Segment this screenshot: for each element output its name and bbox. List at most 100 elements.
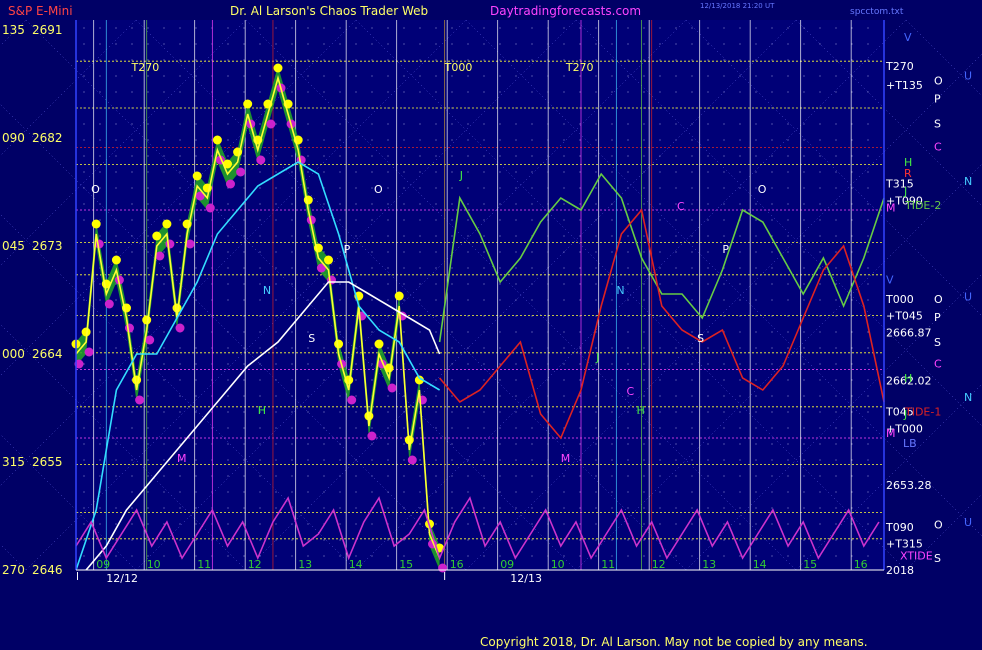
grid-dot [195, 555, 197, 557]
chart-annotation: S [308, 332, 315, 345]
right-level-label: +T135 [886, 79, 923, 92]
grid-dot [483, 523, 485, 525]
grid-dot [83, 475, 85, 477]
grid-dot [627, 555, 629, 557]
grid-dot [595, 475, 597, 477]
grid-dot [659, 443, 661, 445]
grid-dot [835, 347, 837, 349]
grid-dot [163, 507, 165, 509]
grid-dot [835, 443, 837, 445]
grid-dot [291, 331, 293, 333]
grid-dot [435, 155, 437, 157]
grid-dot [403, 299, 405, 301]
grid-dot [275, 331, 277, 333]
grid-dot [403, 427, 405, 429]
grid-dot [195, 43, 197, 45]
grid-dot [387, 91, 389, 93]
grid-dot [755, 203, 757, 205]
grid-dot [131, 539, 133, 541]
grid-dot [83, 411, 85, 413]
grid-dot [643, 379, 645, 381]
grid-dot [115, 219, 117, 221]
grid-dot [435, 187, 437, 189]
grid-dot [403, 155, 405, 157]
grid-dot [483, 459, 485, 461]
grid-dot [771, 155, 773, 157]
grid-dot [771, 203, 773, 205]
grid-dot [515, 459, 517, 461]
grid-dot [371, 75, 373, 77]
grid-dot [579, 27, 581, 29]
grid-dot [243, 187, 245, 189]
grid-dot [115, 251, 117, 253]
grid-dot [371, 491, 373, 493]
grid-dot [787, 443, 789, 445]
grid-dot [531, 331, 533, 333]
grid-dot [147, 187, 149, 189]
grid-dot [275, 235, 277, 237]
grid-dot [147, 299, 149, 301]
grid-dot [467, 139, 469, 141]
grid-dot [451, 283, 453, 285]
grid-dot [291, 379, 293, 381]
grid-dot [227, 75, 229, 77]
right-level-label: 2018 [886, 564, 914, 577]
grid-dot [163, 539, 165, 541]
chart-annotation: J [459, 169, 463, 182]
grid-dot [627, 43, 629, 45]
grid-dot [195, 347, 197, 349]
grid-dot [723, 539, 725, 541]
grid-dot [739, 427, 741, 429]
grid-dot [627, 411, 629, 413]
chart-annotation: O [758, 183, 767, 196]
grid-dot [403, 75, 405, 77]
grid-dot [755, 379, 757, 381]
grid-dot [531, 43, 533, 45]
grid-dot [307, 139, 309, 141]
high-marker [374, 339, 384, 349]
grid-dot [275, 283, 277, 285]
grid-dot [243, 459, 245, 461]
grid-dot [739, 155, 741, 157]
grid-dot [851, 507, 853, 509]
grid-dot [323, 123, 325, 125]
grid-dot [803, 427, 805, 429]
grid-dot [483, 299, 485, 301]
grid-dot [803, 491, 805, 493]
grid-dot [451, 171, 453, 173]
grid-dot [371, 171, 373, 173]
grid-dot [499, 363, 501, 365]
grid-dot [755, 459, 757, 461]
grid-dot [659, 507, 661, 509]
grid-dot [691, 155, 693, 157]
grid-dot [99, 363, 101, 365]
x-tick-hour: 13 [298, 558, 312, 571]
grid-dot [867, 27, 869, 29]
grid-dot [595, 443, 597, 445]
grid-dot [739, 139, 741, 141]
grid-dot [531, 75, 533, 77]
grid-dot [515, 27, 517, 29]
grid-dot [755, 27, 757, 29]
grid-dot [739, 475, 741, 477]
grid-dot [723, 363, 725, 365]
grid-dot [435, 139, 437, 141]
grid-dot [275, 43, 277, 45]
grid-dot [179, 75, 181, 77]
grid-dot [499, 75, 501, 77]
grid-dot [323, 171, 325, 173]
grid-dot [483, 379, 485, 381]
grid-dot [803, 411, 805, 413]
grid-dot [131, 459, 133, 461]
grid-dot [499, 59, 501, 61]
grid-dot [643, 267, 645, 269]
grid-dot [819, 203, 821, 205]
grid-dot [659, 75, 661, 77]
grid-dot [467, 155, 469, 157]
grid-dot [723, 299, 725, 301]
site-link[interactable]: Daytradingforecasts.com [490, 4, 641, 18]
grid-dot [515, 395, 517, 397]
grid-dot [835, 235, 837, 237]
grid-dot [371, 363, 373, 365]
grid-dot [755, 363, 757, 365]
